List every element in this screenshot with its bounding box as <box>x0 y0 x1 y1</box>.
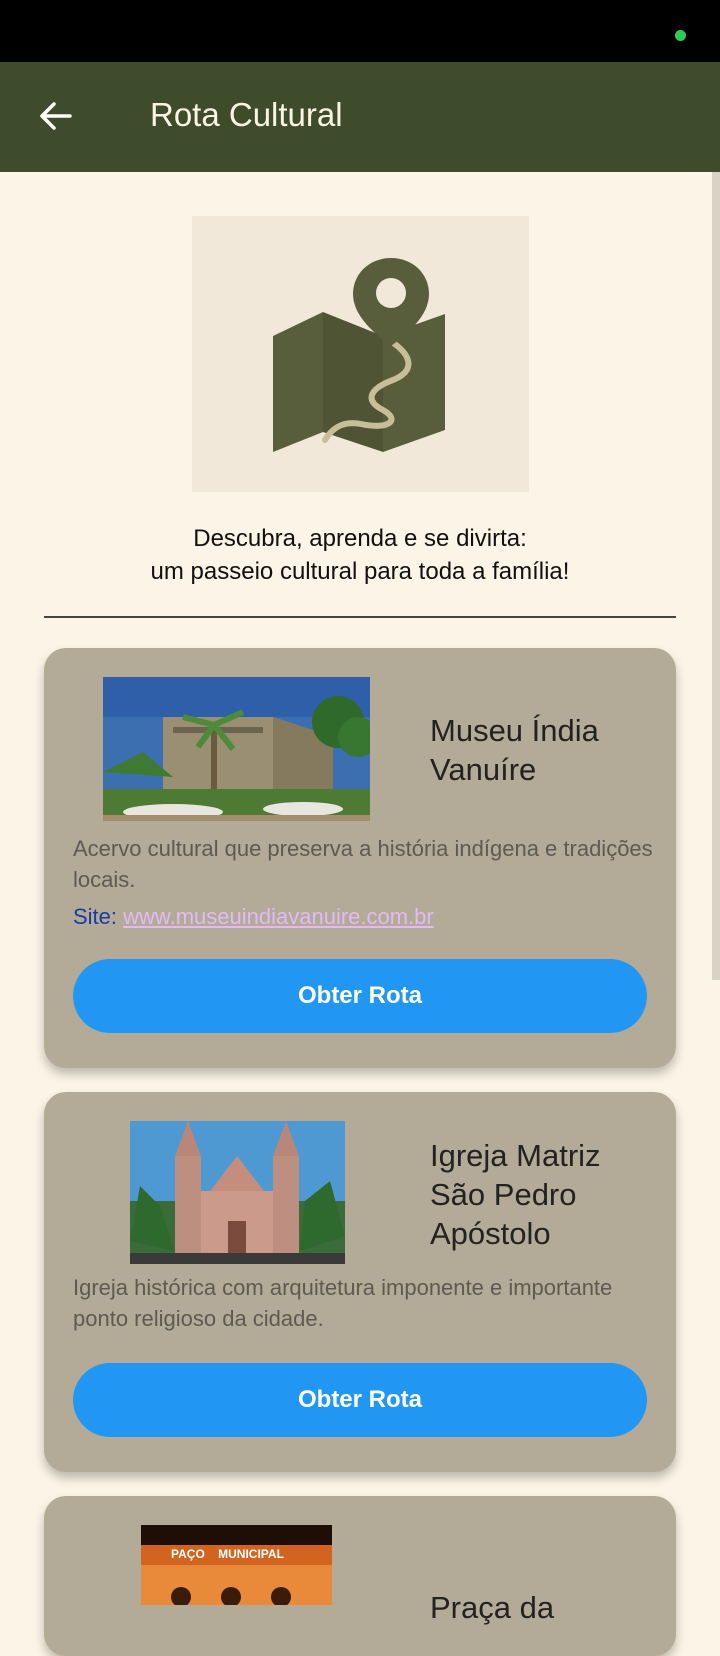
tagline-line-2: um passeio cultural para toda a família! <box>150 558 570 585</box>
site-link[interactable]: www.museuindiavanuire.com.br <box>123 904 434 929</box>
place-photo <box>103 677 370 821</box>
photo-sign-text: PAÇO MUNICIPAL <box>171 1547 284 1561</box>
place-photo: PAÇO MUNICIPAL <box>141 1525 332 1605</box>
site-label: Site: <box>73 904 118 929</box>
page-title: Rota Cultural <box>150 96 343 133</box>
tagline-line-1: Descubra, aprenda e se divirta: <box>193 525 527 552</box>
photo-sign-word-1: PAÇO <box>171 1547 205 1561</box>
place-title-line-3: Apóstolo <box>430 1216 551 1251</box>
place-title: Museu Índia Vanuíre <box>430 711 599 789</box>
place-title-line-2: Vanuíre <box>430 752 537 787</box>
place-site: Site: www.museuindiavanuire.com.br <box>73 904 434 930</box>
back-button[interactable] <box>30 90 82 142</box>
place-description: Acervo cultural que preserva a história … <box>73 836 653 892</box>
get-route-button[interactable]: Obter Rota <box>73 1363 647 1437</box>
map-pin-route-icon <box>272 258 445 452</box>
status-bar <box>0 0 720 62</box>
tagline: Descubra, aprenda e se divirta: um passe… <box>0 522 720 588</box>
hero-image <box>192 216 529 492</box>
camera-indicator-dot <box>675 30 686 41</box>
place-card-igreja: Igreja Matriz São Pedro Apóstolo Igreja … <box>44 1092 676 1472</box>
place-title-line-1: Museu Índia <box>430 713 599 748</box>
place-title: Igreja Matriz São Pedro Apóstolo <box>430 1136 601 1253</box>
place-title-line-1: Igreja Matriz <box>430 1138 601 1173</box>
place-description: Igreja histórica com arquitetura imponen… <box>73 1275 613 1331</box>
place-photo <box>130 1121 345 1264</box>
app-bar: Rota Cultural <box>0 62 720 172</box>
place-card-praca: PAÇO MUNICIPAL Praça da <box>44 1496 676 1656</box>
get-route-button[interactable]: Obter Rota <box>73 959 647 1033</box>
place-title-line-1: Praça da <box>430 1590 555 1625</box>
place-title: Praça da <box>430 1588 554 1627</box>
divider <box>44 616 676 618</box>
place-title-line-2: São Pedro <box>430 1177 577 1212</box>
photo-sign-word-2: MUNICIPAL <box>218 1547 284 1561</box>
arrow-left-icon <box>40 102 72 130</box>
place-card-museu: Museu Índia Vanuíre Acervo cultural que … <box>44 648 676 1068</box>
